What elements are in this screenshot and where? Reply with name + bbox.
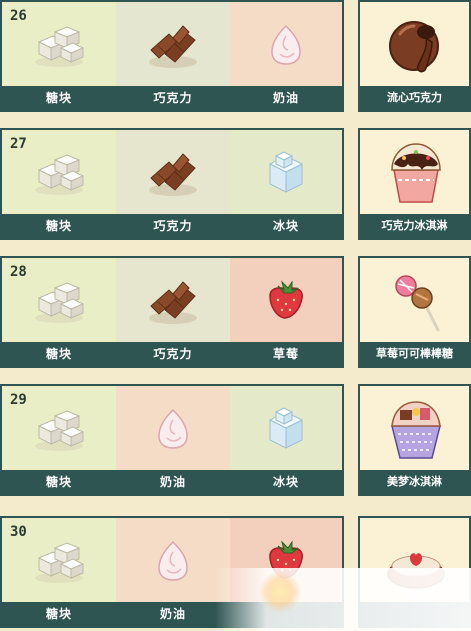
dream-sundae-icon [376,392,456,468]
ingredient-cell[interactable] [230,386,342,470]
ingredient-label: 糖块 [45,607,72,621]
cream-icon [256,20,316,74]
chocolate-sundae-icon [376,136,456,212]
ingredient-cell[interactable] [230,130,342,214]
ingredients-panel: 28 糖块 巧克力 草莓 [0,256,344,368]
ingredient-label: 草莓 [272,347,299,361]
result-card[interactable]: 巧克力冰淇淋 [358,128,471,240]
ingredient-cell[interactable] [116,2,230,86]
ice-cube-icon [256,404,316,458]
cream-icon [143,536,203,590]
ingredient-label: 巧克力 [153,219,193,233]
sugar-cube-icon [29,536,89,590]
result-label: 草莓可可棒棒糖 [360,342,469,366]
ingredients-panel: 29 糖块 奶油 冰块 [0,384,344,496]
ingredient-label-bar: 糖块 巧克力 冰块 [2,214,342,238]
ice-cube-icon [256,148,316,202]
recipe-number: 30 [10,524,27,540]
result-card[interactable]: 草莓可可棒棒糖 [358,256,471,368]
recipe-row: 26 糖块 巧克力 奶油 流心巧克力 [0,0,471,113]
result-card[interactable]: 美梦冰淇淋 [358,384,471,496]
recipe-number: 28 [10,264,27,280]
ingredient-cell[interactable] [116,518,230,602]
ingredients-panel: 26 糖块 巧克力 奶油 [0,0,344,112]
recipe-row: 28 糖块 巧克力 草莓 草莓可可棒棒糖 [0,256,471,369]
ingredient-label: 糖块 [45,91,72,105]
recipe-row: 29 糖块 奶油 冰块 美梦冰淇淋 [0,384,471,497]
result-card[interactable]: 流心巧克力 [358,0,471,112]
sugar-cube-icon [29,404,89,458]
sugar-cube-icon [29,20,89,74]
ingredient-label: 奶油 [159,607,186,621]
chocolate-icon [143,148,203,202]
recipe-row: 27 糖块 巧克力 冰块 巧克力冰淇淋 [0,128,471,241]
ingredient-label: 冰块 [272,475,299,489]
ingredients-panel: 27 糖块 巧克力 冰块 [0,128,344,240]
cream-icon [143,404,203,458]
sugar-cube-icon [29,276,89,330]
ingredient-cell[interactable] [116,130,230,214]
ingredient-cell[interactable] [230,258,342,342]
ingredient-label-bar: 糖块 巧克力 草莓 [2,342,342,366]
lava-chocolate-icon [376,8,456,84]
watermark-overlay [215,568,471,631]
chocolate-icon [143,20,203,74]
ingredient-label-bar: 糖块 奶油 冰块 [2,470,342,494]
chocolate-icon [143,276,203,330]
ingredient-label: 糖块 [45,219,72,233]
recipe-number: 27 [10,136,27,152]
lollipop-icon [376,264,456,340]
ingredient-cell[interactable] [116,258,230,342]
ingredient-cell[interactable] [116,386,230,470]
lens-flare-icon [260,572,300,612]
ingredient-label: 糖块 [45,347,72,361]
ingredient-label: 巧克力 [153,347,193,361]
ingredient-label: 奶油 [159,475,186,489]
ingredient-label-bar: 糖块 巧克力 奶油 [2,86,342,110]
ingredient-label: 冰块 [272,219,299,233]
ingredient-label: 奶油 [272,91,299,105]
strawberry-icon [256,276,316,330]
ingredient-label: 巧克力 [153,91,193,105]
recipe-number: 29 [10,392,27,408]
ingredient-cell[interactable] [230,2,342,86]
result-label: 巧克力冰淇淋 [360,214,469,238]
result-label: 流心巧克力 [360,86,469,110]
result-label: 美梦冰淇淋 [360,470,469,494]
ingredient-label: 糖块 [45,475,72,489]
recipe-number: 26 [10,8,27,24]
sugar-cube-icon [29,148,89,202]
